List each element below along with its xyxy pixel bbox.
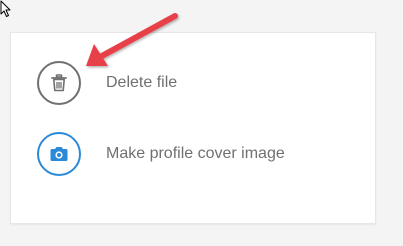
- annotation-arrow-icon: [86, 13, 178, 66]
- camera-icon-circle[interactable]: [37, 132, 81, 176]
- delete-icon-circle[interactable]: [37, 61, 81, 105]
- page: { "menu": { "items": [ { "label": "Delet…: [0, 0, 403, 246]
- camera-icon: [50, 147, 68, 161]
- delete-file-label: Delete file: [106, 74, 178, 91]
- make-profile-cover-label: Make profile cover image: [106, 145, 285, 162]
- mouse-cursor-icon: [0, 0, 11, 17]
- trash-icon: [51, 74, 67, 92]
- file-actions-menu: Delete file Make profile cover image: [10, 32, 376, 224]
- make-profile-cover-option[interactable]: Make profile cover image: [37, 131, 285, 177]
